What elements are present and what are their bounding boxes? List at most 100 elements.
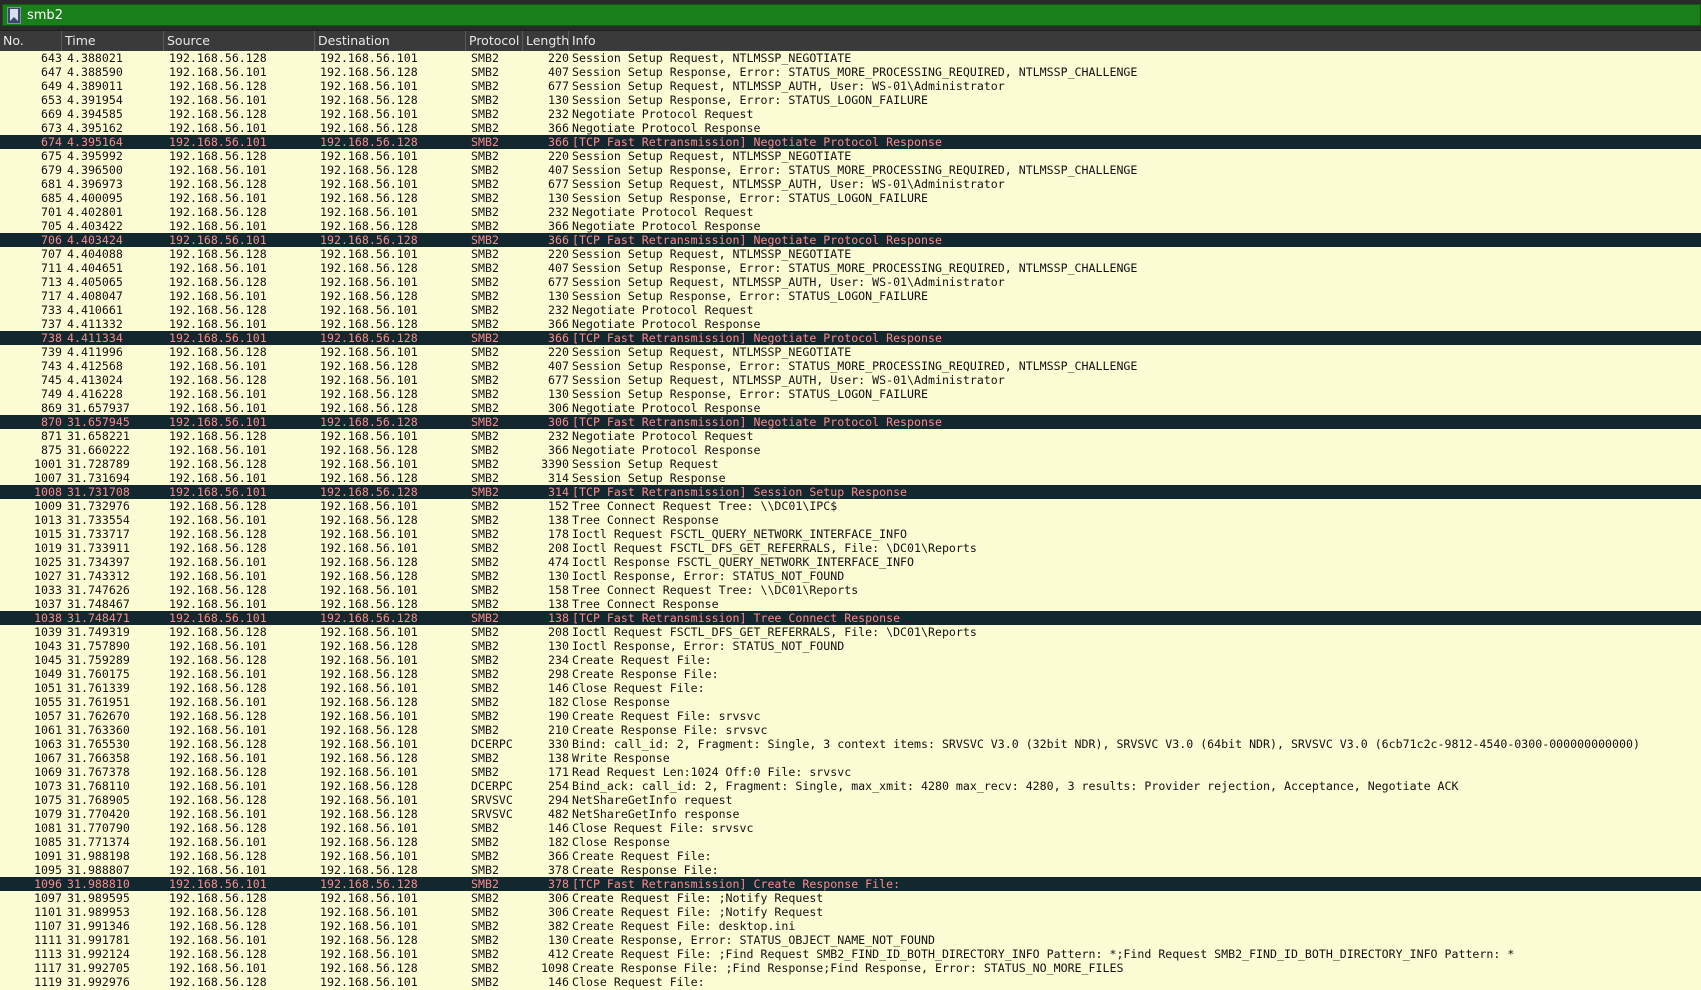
packet-row[interactable]: 675 4.395992 192.168.56.128 192.168.56.101 S…	[0, 149, 1701, 163]
packet-row[interactable]: 733 4.410661 192.168.56.128 192.168.56.101 S…	[0, 303, 1701, 317]
packet-row[interactable]: 737 4.411332 192.168.56.101 192.168.56.128 S…	[0, 317, 1701, 331]
packet-row[interactable]: 1113 31.992124 192.168.56.128 192.168.56.10…	[0, 947, 1701, 961]
packet-row[interactable]: 713 4.405065 192.168.56.128 192.168.56.101 S…	[0, 275, 1701, 289]
packet-row[interactable]: 1015 31.733717 192.168.56.128 192.168.56.10…	[0, 527, 1701, 541]
packet-protocol: SMB2	[471, 205, 499, 219]
packet-row[interactable]: 1055 31.761951 192.168.56.101 192.168.56.12…	[0, 695, 1701, 709]
packet-row[interactable]: 1009 31.732976 192.168.56.128 192.168.56.10…	[0, 499, 1701, 513]
packet-row[interactable]: 1075 31.768905 192.168.56.128 192.168.56.10…	[0, 793, 1701, 807]
packet-row[interactable]: 717 4.408047 192.168.56.101 192.168.56.128 S…	[0, 289, 1701, 303]
packet-row[interactable]: 1001 31.728789 192.168.56.128 192.168.56.10…	[0, 457, 1701, 471]
packet-row[interactable]: 649 4.389011 192.168.56.128 192.168.56.101 S…	[0, 79, 1701, 93]
packet-row[interactable]: 1057 31.762670 192.168.56.128 192.168.56.10…	[0, 709, 1701, 723]
packet-info: Session Setup Response, Error: STATUS_LO…	[572, 93, 928, 107]
packet-row[interactable]: 647 4.388590 192.168.56.101 192.168.56.128 S…	[0, 65, 1701, 79]
packet-row[interactable]: 669 4.394585 192.168.56.128 192.168.56.101 S…	[0, 107, 1701, 121]
column-header-destination[interactable]: Destination	[315, 31, 466, 51]
packet-length: 330	[548, 737, 569, 751]
column-header-length[interactable]: Length	[523, 31, 569, 51]
packet-row[interactable]: 745 4.413024 192.168.56.128 192.168.56.101 S…	[0, 373, 1701, 387]
packet-source: 192.168.56.101	[169, 485, 267, 499]
packet-row[interactable]: 705 4.403422 192.168.56.101 192.168.56.128 S…	[0, 219, 1701, 233]
packet-row[interactable]: 1007 31.731694 192.168.56.101 192.168.56.12…	[0, 471, 1701, 485]
packet-source: 192.168.56.101	[169, 611, 267, 625]
packet-row[interactable]: 685 4.400095 192.168.56.101 192.168.56.128 S…	[0, 191, 1701, 205]
packet-row[interactable]: 1025 31.734397 192.168.56.101 192.168.56.12…	[0, 555, 1701, 569]
packet-row[interactable]: 739 4.411996 192.168.56.128 192.168.56.101 S…	[0, 345, 1701, 359]
packet-row[interactable]: 1037 31.748467 192.168.56.101 192.168.56.12…	[0, 597, 1701, 611]
packet-row[interactable]: 681 4.396973 192.168.56.128 192.168.56.101 S…	[0, 177, 1701, 191]
packet-protocol: SMB2	[471, 891, 499, 905]
packet-row[interactable]: 1051 31.761339 192.168.56.128 192.168.56.10…	[0, 681, 1701, 695]
column-header-info[interactable]: Info	[569, 31, 1701, 51]
column-header-source[interactable]: Source	[164, 31, 315, 51]
packet-row[interactable]: 673 4.395162 192.168.56.101 192.168.56.128 S…	[0, 121, 1701, 135]
column-header-no[interactable]: No.	[0, 31, 62, 51]
packet-row[interactable]: 1079 31.770420 192.168.56.101 192.168.56.12…	[0, 807, 1701, 821]
packet-row[interactable]: 1081 31.770790 192.168.56.128 192.168.56.10…	[0, 821, 1701, 835]
packet-row[interactable]: 711 4.404651 192.168.56.101 192.168.56.128 S…	[0, 261, 1701, 275]
column-header-time[interactable]: Time	[62, 31, 164, 51]
packet-row[interactable]: 871 31.658221 192.168.56.128 192.168.56.101…	[0, 429, 1701, 443]
packet-row[interactable]: 1008 31.731708 192.168.56.101 192.168.56.12…	[0, 485, 1701, 499]
display-filter-input[interactable]: smb2	[2, 4, 1701, 26]
packet-row[interactable]: 870 31.657945 192.168.56.101 192.168.56.128…	[0, 415, 1701, 429]
packet-row[interactable]: 1061 31.763360 192.168.56.101 192.168.56.12…	[0, 723, 1701, 737]
packet-source: 192.168.56.128	[169, 737, 267, 751]
packet-protocol: SMB2	[471, 569, 499, 583]
packet-source: 192.168.56.101	[169, 513, 267, 527]
packet-row[interactable]: 1097 31.989595 192.168.56.128 192.168.56.10…	[0, 891, 1701, 905]
packet-row[interactable]: 869 31.657937 192.168.56.101 192.168.56.128…	[0, 401, 1701, 415]
packet-row[interactable]: 1067 31.766358 192.168.56.101 192.168.56.12…	[0, 751, 1701, 765]
packet-row[interactable]: 706 4.403424 192.168.56.101 192.168.56.128 S…	[0, 233, 1701, 247]
packet-length: 407	[548, 163, 569, 177]
packet-row[interactable]: 1117 31.992705 192.168.56.101 192.168.56.12…	[0, 961, 1701, 975]
packet-row[interactable]: 1049 31.760175 192.168.56.101 192.168.56.12…	[0, 667, 1701, 681]
packet-row[interactable]: 1038 31.748471 192.168.56.101 192.168.56.12…	[0, 611, 1701, 625]
bookmark-icon[interactable]	[7, 7, 21, 24]
packet-row[interactable]: 701 4.402801 192.168.56.128 192.168.56.101 S…	[0, 205, 1701, 219]
column-header-protocol[interactable]: Protocol	[466, 31, 523, 51]
packet-row[interactable]: 1063 31.765530 192.168.56.128 192.168.56.10…	[0, 737, 1701, 751]
packet-row[interactable]: 1107 31.991346 192.168.56.128 192.168.56.10…	[0, 919, 1701, 933]
packet-row[interactable]: 1085 31.771374 192.168.56.101 192.168.56.12…	[0, 835, 1701, 849]
packet-time: 31.747626	[67, 583, 130, 597]
packet-row[interactable]: 707 4.404088 192.168.56.128 192.168.56.101 S…	[0, 247, 1701, 261]
packet-row[interactable]: 1119 31.992976 192.168.56.128 192.168.56.10…	[0, 975, 1701, 989]
packet-row[interactable]: 1027 31.743312 192.168.56.101 192.168.56.12…	[0, 569, 1701, 583]
packet-row[interactable]: 1101 31.989953 192.168.56.128 192.168.56.10…	[0, 905, 1701, 919]
packet-source: 192.168.56.101	[169, 121, 267, 135]
packet-length: 378	[548, 877, 569, 891]
packet-number: 737	[41, 317, 62, 331]
packet-row[interactable]: 875 31.660222 192.168.56.101 192.168.56.128…	[0, 443, 1701, 457]
packet-row[interactable]: 1111 31.991781 192.168.56.101 192.168.56.12…	[0, 933, 1701, 947]
packet-row[interactable]: 1013 31.733554 192.168.56.101 192.168.56.12…	[0, 513, 1701, 527]
packet-length: 366	[548, 317, 569, 331]
packet-row[interactable]: 749 4.416228 192.168.56.101 192.168.56.128 S…	[0, 387, 1701, 401]
packet-time: 31.757890	[67, 639, 130, 653]
packet-row[interactable]: 1045 31.759289 192.168.56.128 192.168.56.10…	[0, 653, 1701, 667]
packet-row[interactable]: 674 4.395164 192.168.56.101 192.168.56.128 S…	[0, 135, 1701, 149]
packet-row[interactable]: 1095 31.988807 192.168.56.101 192.168.56.12…	[0, 863, 1701, 877]
packet-row[interactable]: 1096 31.988810 192.168.56.101 192.168.56.12…	[0, 877, 1701, 891]
packet-row[interactable]: 1091 31.988198 192.168.56.128 192.168.56.10…	[0, 849, 1701, 863]
packet-row[interactable]: 1033 31.747626 192.168.56.128 192.168.56.10…	[0, 583, 1701, 597]
packet-protocol: SMB2	[471, 555, 499, 569]
packet-destination: 192.168.56.128	[320, 863, 418, 877]
packet-list[interactable]: 643 4.388021 192.168.56.128 192.168.56.101 S…	[0, 51, 1701, 990]
packet-source: 192.168.56.128	[169, 765, 267, 779]
packet-row[interactable]: 1069 31.767378 192.168.56.128 192.168.56.10…	[0, 765, 1701, 779]
packet-row[interactable]: 1039 31.749319 192.168.56.128 192.168.56.10…	[0, 625, 1701, 639]
packet-row[interactable]: 679 4.396500 192.168.56.101 192.168.56.128 S…	[0, 163, 1701, 177]
packet-row[interactable]: 1073 31.768110 192.168.56.101 192.168.56.12…	[0, 779, 1701, 793]
packet-row[interactable]: 1019 31.733911 192.168.56.128 192.168.56.10…	[0, 541, 1701, 555]
packet-info: Session Setup Request, NTLMSSP_AUTH, Use…	[572, 373, 1005, 387]
packet-source: 192.168.56.101	[169, 135, 267, 149]
packet-row[interactable]: 653 4.391954 192.168.56.101 192.168.56.128 S…	[0, 93, 1701, 107]
packet-row[interactable]: 643 4.388021 192.168.56.128 192.168.56.101 S…	[0, 51, 1701, 65]
packet-row[interactable]: 738 4.411334 192.168.56.101 192.168.56.128 S…	[0, 331, 1701, 345]
packet-row[interactable]: 743 4.412568 192.168.56.101 192.168.56.128 S…	[0, 359, 1701, 373]
packet-time: 31.988807	[67, 863, 130, 877]
packet-protocol: SMB2	[471, 849, 499, 863]
packet-row[interactable]: 1043 31.757890 192.168.56.101 192.168.56.12…	[0, 639, 1701, 653]
